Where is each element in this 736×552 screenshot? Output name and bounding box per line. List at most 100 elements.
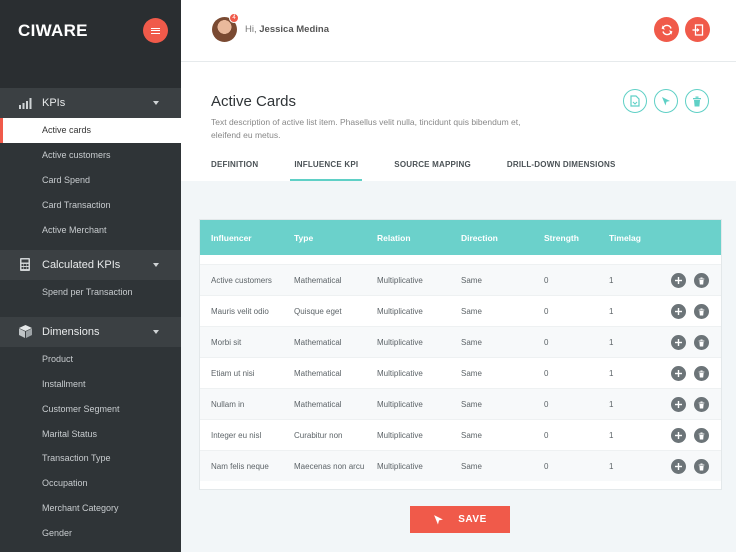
table-row[interactable]: Nam felis neque Maecenas non arcu Multipli… — [200, 450, 721, 481]
add-row-button[interactable] — [671, 335, 686, 350]
sidebar-section-kpis[interactable]: KPIs — [0, 88, 181, 118]
sidebar-item-card-spend[interactable]: Card Spend — [0, 168, 181, 193]
menu-toggle-button[interactable] — [143, 18, 168, 43]
cell-direction: Same — [461, 430, 482, 440]
sidebar-item-active-merchant[interactable]: Active Merchant — [0, 217, 181, 242]
save-label: SAVE — [458, 514, 487, 525]
page-description: Text description of active list item. Ph… — [211, 117, 521, 140]
content-header: Active Cards Text description of active … — [181, 62, 736, 181]
chevron-down-icon — [153, 262, 159, 267]
sidebar-item-transaction-type[interactable]: Transaction Type — [0, 446, 181, 471]
add-row-button[interactable] — [671, 428, 686, 443]
cell-timelag: 1 — [609, 306, 614, 316]
delete-page-button[interactable] — [685, 89, 709, 113]
cell-direction: Same — [461, 306, 482, 316]
delete-row-button[interactable] — [694, 397, 709, 412]
add-row-button[interactable] — [671, 273, 686, 288]
export-button[interactable] — [623, 89, 647, 113]
tab-influence-kpi[interactable]: INFLUENCE KPI — [290, 160, 363, 181]
table-header: Influencer Type Relation Direction Stren… — [200, 220, 721, 255]
app-logo: CIWARE — [18, 21, 88, 40]
add-row-button[interactable] — [671, 459, 686, 474]
cell-relation: Multiplicative — [377, 461, 423, 471]
sidebar-section-calculated-kpis[interactable]: Calculated KPIs — [0, 249, 181, 280]
document-icon — [630, 95, 640, 107]
delete-row-button[interactable] — [694, 304, 709, 319]
sidebar-item-active-cards[interactable]: Active cards — [0, 118, 181, 143]
cell-influencer: Nullam in — [211, 399, 245, 409]
add-row-button[interactable] — [671, 397, 686, 412]
table-row[interactable]: Etiam ut nisi Mathematical Multiplicative S… — [200, 357, 721, 388]
table-body: Active customers Mathematical Multiplicati… — [200, 255, 721, 481]
cell-strength: 0 — [544, 306, 549, 316]
sidebar-item-marital-status[interactable]: Marital Status — [0, 421, 181, 446]
cell-direction: Same — [461, 337, 482, 347]
save-button[interactable]: SAVE — [410, 506, 510, 533]
add-row-button[interactable] — [671, 366, 686, 381]
cell-type: Maecenas non arcu — [294, 461, 365, 471]
cell-direction: Same — [461, 368, 482, 378]
cell-strength: 0 — [544, 461, 549, 471]
sidebar-item-customer-segment[interactable]: Customer Segment — [0, 396, 181, 421]
tab-source-mapping[interactable]: SOURCE MAPPING — [394, 160, 471, 181]
calculator-icon — [18, 258, 32, 272]
cell-influencer: Integer eu nisl — [211, 430, 262, 440]
hamburger-icon — [151, 27, 160, 34]
table-row[interactable]: Morbi sit Mathematical Multiplicative Same 0… — [200, 326, 721, 357]
delete-row-button[interactable] — [694, 459, 709, 474]
pointer-button[interactable] — [654, 89, 678, 113]
tab-drill-down-dimensions[interactable]: DRILL-DOWN DIMENSIONS — [507, 160, 616, 181]
cell-type: Mathematical — [294, 275, 342, 285]
sidebar-item-product[interactable]: Product — [0, 347, 181, 372]
sidebar-item-installment[interactable]: Installment — [0, 372, 181, 397]
delete-row-button[interactable] — [694, 335, 709, 350]
trash-icon — [698, 308, 705, 315]
sidebar-section-label: KPIs — [42, 97, 66, 109]
cell-timelag: 1 — [609, 399, 614, 409]
sidebar-item-gender[interactable]: Gender — [0, 520, 181, 545]
sidebar-item-merchant-category[interactable]: Merchant Category — [0, 496, 181, 521]
cursor-icon — [662, 97, 670, 106]
trash-icon — [698, 463, 705, 470]
delete-row-button[interactable] — [694, 428, 709, 443]
cell-timelag: 1 — [609, 337, 614, 347]
user-greeting: Hi, Jessica Medina — [245, 24, 329, 35]
sidebar-item-card-transaction[interactable]: Card Transaction — [0, 192, 181, 217]
trash-icon — [698, 277, 705, 284]
trash-icon — [698, 339, 705, 346]
column-header-relation[interactable]: Relation — [377, 233, 411, 243]
column-header-timelag[interactable]: Timelag — [609, 233, 641, 243]
table-row[interactable]: Nullam in Mathematical Multiplicative Same 0… — [200, 388, 721, 419]
cell-direction: Same — [461, 461, 482, 471]
brand-bar: CIWARE — [0, 0, 181, 62]
column-header-influencer[interactable]: Influencer — [211, 233, 252, 243]
table-row[interactable]: Integer eu nisl Curabitur non Multiplicati… — [200, 419, 721, 450]
delete-row-button[interactable] — [694, 366, 709, 381]
sidebar-item-occupation[interactable]: Occupation — [0, 471, 181, 496]
column-header-strength[interactable]: Strength — [544, 233, 579, 243]
plus-icon — [675, 401, 682, 408]
tab-definition[interactable]: DEFINITION — [211, 160, 258, 181]
cell-influencer: Mauris velit odio — [211, 306, 269, 316]
refresh-button[interactable] — [654, 17, 679, 42]
add-row-button[interactable] — [671, 304, 686, 319]
delete-row-button[interactable] — [694, 273, 709, 288]
notification-badge[interactable]: 4 — [229, 13, 239, 23]
cell-relation: Multiplicative — [377, 399, 423, 409]
plus-icon — [675, 339, 682, 346]
cell-timelag: 1 — [609, 275, 614, 285]
table-row[interactable]: Active customers Mathematical Multiplicati… — [200, 264, 721, 295]
column-header-type[interactable]: Type — [294, 233, 313, 243]
column-header-direction[interactable]: Direction — [461, 233, 498, 243]
cell-relation: Multiplicative — [377, 306, 423, 316]
cursor-icon — [434, 515, 444, 525]
table-row[interactable]: Mauris velit odio Quisque eget Multiplicat… — [200, 295, 721, 326]
logout-button[interactable] — [685, 17, 710, 42]
cell-influencer: Nam felis neque — [211, 461, 269, 471]
sidebar-section-dimensions[interactable]: Dimensions — [0, 316, 181, 347]
cell-timelag: 1 — [609, 461, 614, 471]
cell-type: Curabitur non — [294, 430, 343, 440]
cell-influencer: Morbi sit — [211, 337, 242, 347]
sidebar-item-spend-per-transaction[interactable]: Spend per Transaction — [0, 280, 181, 305]
sidebar-item-active-customers[interactable]: Active customers — [0, 143, 181, 168]
